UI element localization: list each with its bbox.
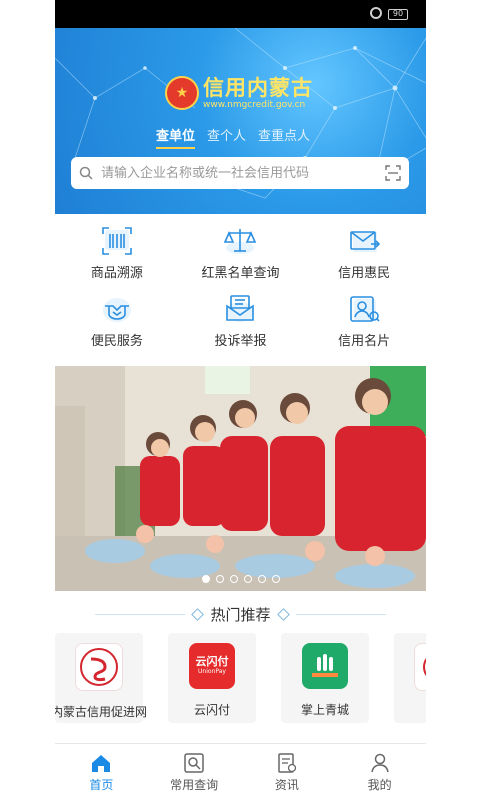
user-icon xyxy=(370,753,389,772)
grid-item-complaint[interactable]: 投诉举报 xyxy=(179,288,303,356)
credit-promotion-logo xyxy=(75,643,123,691)
carousel-photo xyxy=(55,366,426,591)
app-label: 云闪付 xyxy=(193,703,230,717)
report-envelope-icon xyxy=(226,295,255,322)
unionpay-logo: 云闪付 UnionPay xyxy=(189,643,235,689)
function-grid: 商品溯源 红黑名单查询 信用惠民 便民服务 投诉举报 信用名片 xyxy=(55,214,426,356)
search-input[interactable] xyxy=(99,164,385,182)
nav-item-news[interactable]: 资讯 xyxy=(241,744,334,800)
section-title: 热门推荐 xyxy=(210,605,271,624)
alarm-icon xyxy=(370,7,382,19)
grid-item-label: 便民服务 xyxy=(90,334,143,349)
grid-item-label: 信用惠民 xyxy=(338,266,391,281)
home-icon xyxy=(92,754,111,772)
carousel-dot[interactable] xyxy=(243,575,252,583)
news-icon xyxy=(278,752,297,773)
site-logo: ★ 信用内蒙古 www.nmgcredit.gov.cn xyxy=(165,76,313,110)
header-banner: ★ 信用内蒙古 www.nmgcredit.gov.cn 查单位 查个人 查重点… xyxy=(55,28,426,214)
qingcheng-logo xyxy=(302,643,348,689)
search-tabs: 查单位 查个人 查重点人 xyxy=(156,125,322,149)
grid-item-product-trace[interactable]: 商品溯源 xyxy=(55,220,179,288)
battery-icon: 90 xyxy=(388,9,408,20)
app-screen: 90 ★ 信用内蒙古 www.nmgcredit.gov.cn 查单位 查个人 … xyxy=(55,0,426,800)
app-card-credit[interactable]: 信用 xyxy=(394,633,426,723)
carousel-dot[interactable] xyxy=(271,575,280,583)
tab-company[interactable]: 查单位 xyxy=(156,125,196,149)
tab-key-person[interactable]: 查重点人 xyxy=(258,125,310,149)
id-card-icon xyxy=(350,296,380,322)
app-label: 内蒙古信用促进网 xyxy=(55,705,148,719)
battery-level: 90 xyxy=(392,9,404,18)
carousel-dot[interactable] xyxy=(215,575,224,583)
grid-item-credit-card[interactable]: 信用名片 xyxy=(302,288,426,356)
grid-item-label: 红黑名单查询 xyxy=(201,266,280,281)
scales-icon xyxy=(224,229,257,254)
carousel-indicators xyxy=(55,575,426,583)
handshake-icon xyxy=(102,298,131,322)
unionpay-logo-text: 云闪付 xyxy=(195,655,229,668)
nav-label: 我的 xyxy=(367,777,392,792)
nav-item-query[interactable]: 常用查询 xyxy=(148,744,241,800)
bottom-nav: 首页 常用查询 资讯 我的 xyxy=(55,743,426,800)
nav-item-profile[interactable]: 我的 xyxy=(333,744,426,800)
carousel-dot[interactable] xyxy=(229,575,238,583)
search-icon xyxy=(79,166,93,180)
tab-individual[interactable]: 查个人 xyxy=(207,125,246,149)
grid-item-red-black-list[interactable]: 红黑名单查询 xyxy=(179,220,303,288)
logo-url: www.nmgcredit.gov.cn xyxy=(203,100,306,110)
app-card-qingcheng[interactable]: 掌上青城 xyxy=(281,633,369,723)
scan-icon[interactable] xyxy=(385,165,401,181)
grid-item-label: 投诉举报 xyxy=(214,334,267,349)
grid-item-convenience-service[interactable]: 便民服务 xyxy=(55,288,179,356)
credit-logo xyxy=(414,643,426,691)
unionpay-logo-subtext: UnionPay xyxy=(198,668,226,675)
barcode-icon xyxy=(102,227,132,255)
logo-title: 信用内蒙古 xyxy=(203,76,313,100)
divider xyxy=(295,613,386,615)
recommended-apps: 内蒙古信用促进网 云闪付 UnionPay 云闪付 掌上青城 信用 xyxy=(55,633,426,725)
status-bar: 90 xyxy=(55,0,426,28)
carousel-dot[interactable] xyxy=(257,575,266,583)
diamond-ornament-icon xyxy=(276,607,290,621)
nav-label: 资讯 xyxy=(274,777,299,792)
diamond-ornament-icon xyxy=(191,607,205,621)
section-header: 热门推荐 xyxy=(55,600,426,628)
grid-item-credit-benefit[interactable]: 信用惠民 xyxy=(302,220,426,288)
envelope-icon xyxy=(350,231,381,252)
right-margin xyxy=(425,0,480,800)
nav-label: 常用查询 xyxy=(170,777,219,792)
nav-label: 首页 xyxy=(89,777,114,792)
banner-carousel[interactable] xyxy=(55,366,426,591)
nav-item-home[interactable]: 首页 xyxy=(55,744,148,800)
app-label: 掌上青城 xyxy=(300,703,349,717)
query-icon xyxy=(184,752,204,773)
search-bar xyxy=(71,157,409,189)
divider xyxy=(95,613,186,615)
app-card-credit-promotion[interactable]: 内蒙古信用促进网 xyxy=(55,633,147,723)
left-margin xyxy=(0,0,55,800)
national-emblem-icon: ★ xyxy=(165,76,199,110)
grid-item-label: 信用名片 xyxy=(338,334,391,349)
grid-item-label: 商品溯源 xyxy=(90,266,143,281)
app-card-unionpay[interactable]: 云闪付 UnionPay 云闪付 xyxy=(168,633,256,723)
carousel-dot[interactable] xyxy=(201,575,210,583)
